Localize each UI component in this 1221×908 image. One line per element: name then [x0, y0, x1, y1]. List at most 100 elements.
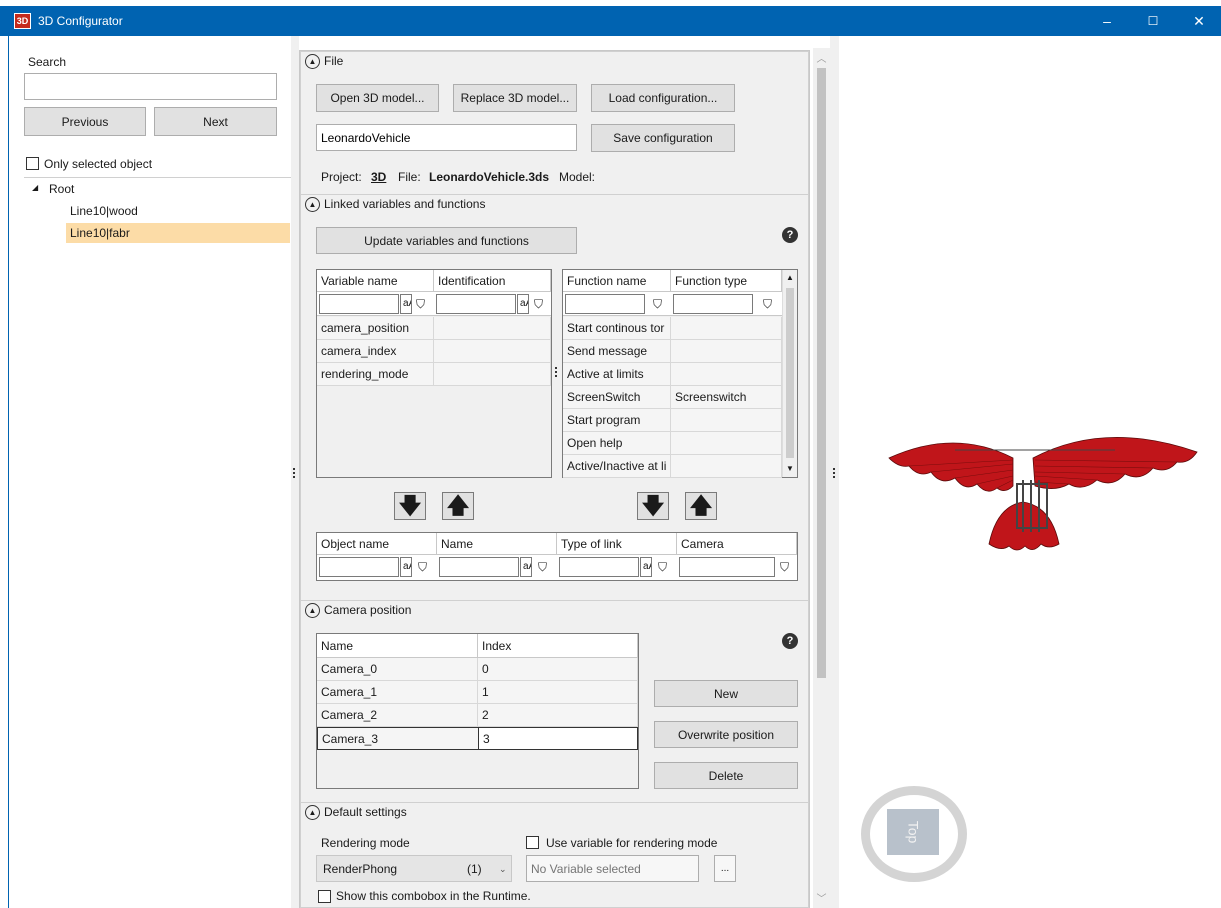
camera-index-cell[interactable]: 1 [478, 681, 638, 704]
function-name-filter-input[interactable] [565, 294, 645, 314]
camera-name-cell[interactable]: Camera_3 [317, 727, 478, 750]
camera-index-cell[interactable]: 3 [478, 727, 638, 750]
function-name-cell[interactable]: Start program [563, 409, 671, 432]
identification-cell[interactable] [434, 340, 551, 363]
function-type-cell[interactable] [671, 409, 782, 432]
function-name-cell[interactable]: Active at limits [563, 363, 671, 386]
function-name-cell[interactable]: Send message [563, 340, 671, 363]
identification-filter-input[interactable] [436, 294, 516, 314]
browse-variable-button[interactable]: ... [714, 855, 736, 882]
object-name-filter-input[interactable] [319, 557, 399, 577]
column-header-name[interactable]: Name [317, 634, 478, 658]
camera-name-cell[interactable]: Camera_2 [317, 704, 478, 727]
function-type-cell[interactable] [671, 317, 782, 340]
collapse-icon[interactable]: ▲ [305, 54, 320, 70]
save-configuration-button[interactable]: Save configuration [591, 124, 735, 152]
configuration-name-input[interactable] [316, 124, 577, 151]
expand-triangle-icon[interactable]: ◢ [32, 183, 38, 192]
filter-funnel-icon[interactable]: ⛉ [780, 557, 789, 577]
scroll-down-icon[interactable]: ﹀ [813, 890, 830, 905]
scroll-thumb[interactable] [786, 288, 794, 458]
previous-button[interactable]: Previous [24, 107, 146, 136]
search-input[interactable] [24, 73, 277, 100]
move-down-arrow-icon[interactable]: 🡇 [637, 492, 669, 520]
identification-cell[interactable] [434, 363, 551, 386]
camera-filter-input[interactable] [679, 557, 775, 577]
functions-scrollbar[interactable]: ▲ ▼ [782, 270, 797, 477]
camera-index-cell[interactable]: 2 [478, 704, 638, 727]
delete-camera-button[interactable]: Delete [654, 762, 798, 789]
column-header-index[interactable]: Index [478, 634, 638, 658]
function-name-cell[interactable]: Active/Inactive at li [563, 455, 671, 478]
filter-funnel-icon[interactable]: ⛉ [418, 557, 427, 577]
function-name-cell[interactable]: ScreenSwitch [563, 386, 671, 409]
column-header-object-name[interactable]: Object name [317, 533, 437, 555]
right-splitter[interactable] [830, 36, 839, 908]
camera-index-cell[interactable]: 0 [478, 658, 638, 681]
tree-root[interactable]: Root [45, 179, 74, 199]
minimize-icon[interactable]: – [1084, 6, 1130, 36]
variable-cell[interactable]: camera_index [317, 340, 434, 363]
open-3d-model-button[interactable]: Open 3D model... [316, 84, 439, 112]
new-camera-button[interactable]: New [654, 680, 798, 707]
move-up-arrow-icon[interactable]: 🡅 [685, 492, 717, 520]
help-icon[interactable]: ? [782, 227, 798, 243]
only-selected-checkbox[interactable] [26, 157, 39, 170]
variable-name-filter-input[interactable] [319, 294, 399, 314]
update-variables-button[interactable]: Update variables and functions [316, 227, 577, 254]
filter-case-toggle[interactable]: aA [640, 557, 652, 577]
filter-funnel-icon[interactable]: ⛉ [416, 294, 425, 314]
filter-case-toggle[interactable]: aA [520, 557, 532, 577]
filter-funnel-icon[interactable]: ⛉ [653, 294, 662, 314]
help-icon[interactable]: ? [782, 633, 798, 649]
column-header-function-name[interactable]: Function name [563, 270, 671, 292]
scroll-thumb[interactable] [817, 68, 826, 678]
function-type-cell[interactable] [671, 455, 782, 478]
column-header-variable-name[interactable]: Variable name [317, 270, 434, 292]
type-of-link-filter-input[interactable] [559, 557, 639, 577]
filter-funnel-icon[interactable]: ⛉ [658, 557, 667, 577]
column-header-function-type[interactable]: Function type [671, 270, 782, 292]
close-icon[interactable]: ✕ [1176, 6, 1221, 36]
filter-case-toggle[interactable]: aA [400, 557, 412, 577]
function-type-filter-input[interactable] [673, 294, 753, 314]
column-header-camera[interactable]: Camera [677, 533, 797, 555]
name-filter-input[interactable] [439, 557, 519, 577]
function-type-cell[interactable] [671, 363, 782, 386]
filter-funnel-icon[interactable]: ⛉ [534, 294, 543, 314]
variable-cell[interactable]: camera_position [317, 317, 434, 340]
column-header-identification[interactable]: Identification [434, 270, 551, 292]
load-configuration-button[interactable]: Load configuration... [591, 84, 735, 112]
function-name-cell[interactable]: Start continous tor [563, 317, 671, 340]
rendering-mode-select[interactable]: RenderPhong (1) ⌄ [316, 855, 512, 882]
function-type-cell[interactable] [671, 432, 782, 455]
show-combobox-checkbox[interactable] [318, 890, 331, 903]
function-type-cell[interactable]: Screenswitch [671, 386, 782, 409]
identification-cell[interactable] [434, 317, 551, 340]
overwrite-position-button[interactable]: Overwrite position [654, 721, 798, 748]
use-variable-checkbox[interactable] [526, 836, 539, 849]
next-button[interactable]: Next [154, 107, 277, 136]
left-splitter[interactable] [291, 36, 299, 908]
navigation-cube-top[interactable]: Top [887, 809, 939, 855]
collapse-icon[interactable]: ▲ [305, 805, 320, 821]
variable-input[interactable] [526, 855, 699, 882]
replace-3d-model-button[interactable]: Replace 3D model... [453, 84, 577, 112]
scroll-up-icon[interactable]: ▲ [783, 270, 797, 286]
move-down-arrow-icon[interactable]: 🡇 [394, 492, 426, 520]
scroll-up-icon[interactable]: ︿ [813, 50, 830, 65]
column-header-type-of-link[interactable]: Type of link [557, 533, 677, 555]
filter-case-toggle[interactable]: aA [517, 294, 529, 314]
camera-name-cell[interactable]: Camera_0 [317, 658, 478, 681]
variable-cell[interactable]: rendering_mode [317, 363, 434, 386]
function-type-cell[interactable] [671, 340, 782, 363]
move-up-arrow-icon[interactable]: 🡅 [442, 492, 474, 520]
file-section-header[interactable]: ▲ File [305, 54, 343, 72]
chevron-down-icon[interactable]: ⌄ [499, 856, 507, 882]
filter-case-toggle[interactable]: aA [400, 294, 412, 314]
collapse-icon[interactable]: ▲ [305, 197, 320, 213]
collapse-icon[interactable]: ▲ [305, 603, 320, 619]
leonardo-vehicle-model[interactable] [885, 420, 1201, 556]
column-header-name[interactable]: Name [437, 533, 557, 555]
maximize-icon[interactable]: ☐ [1130, 6, 1176, 36]
